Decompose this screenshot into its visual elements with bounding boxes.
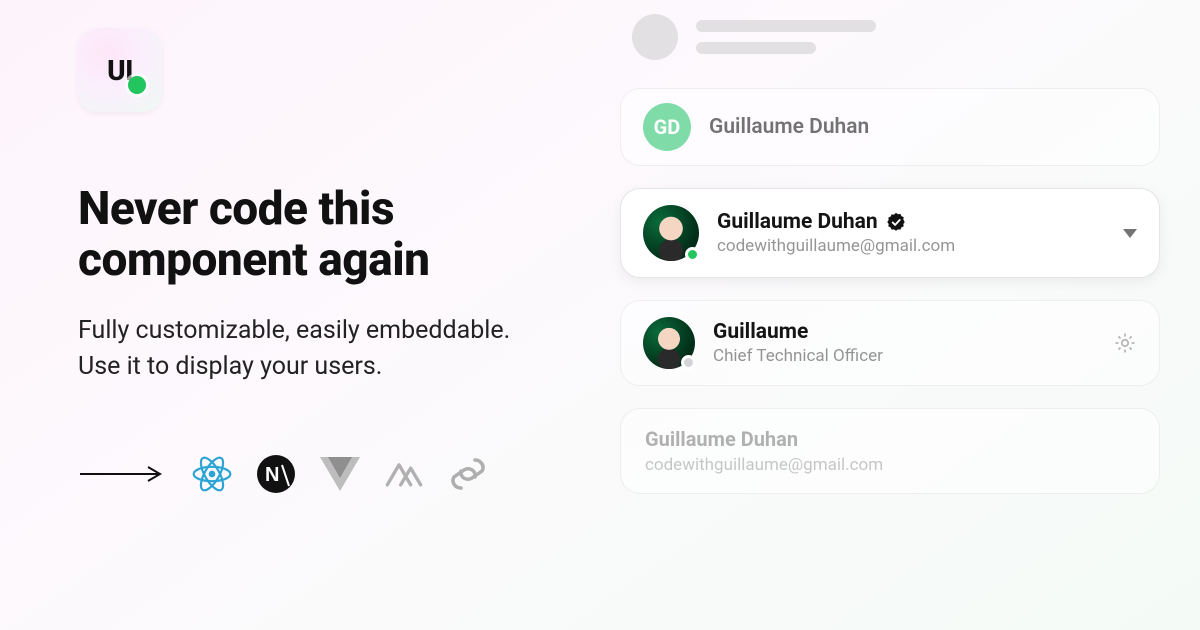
user-name: Guillaume Duhan <box>717 210 878 234</box>
user-name: Guillaume <box>713 320 1095 344</box>
nuxt-icon <box>384 454 424 494</box>
react-icon <box>192 454 232 494</box>
user-name: Guillaume Duhan <box>645 427 798 451</box>
chevron-down-icon <box>1123 229 1137 238</box>
skeleton-line <box>696 42 816 54</box>
user-email: codewithguillaume@gmail.com <box>717 236 1105 256</box>
hero-headline: Never code this component again <box>78 184 538 285</box>
skeleton-avatar <box>632 14 678 60</box>
avatar-initials: GD <box>643 103 691 151</box>
user-card-role[interactable]: Guillaume Chief Technical Officer <box>620 300 1160 386</box>
avatar-photo <box>643 205 699 261</box>
expand-button[interactable] <box>1123 229 1137 238</box>
gear-icon <box>1113 331 1137 355</box>
hero-subtitle: Fully customizable, easily embeddable. U… <box>78 313 518 386</box>
supported-frameworks: N <box>78 454 560 494</box>
user-name: Guillaume Duhan <box>709 115 869 139</box>
hero-panel: UI Never code this component again Fully… <box>0 0 600 630</box>
avatar-photo <box>643 317 695 369</box>
skeleton-user-card <box>620 14 1160 66</box>
user-role: Chief Technical Officer <box>713 346 1095 366</box>
status-dot-offline <box>681 355 696 370</box>
user-card-text-only[interactable]: Guillaume Duhan codewithguillaume@gmail.… <box>620 408 1160 494</box>
status-dot-online <box>685 247 700 262</box>
arrow-right-icon <box>78 465 166 483</box>
svelte-icon <box>448 454 488 494</box>
skeleton-line <box>696 20 876 32</box>
svg-text:N: N <box>265 464 279 486</box>
settings-button[interactable] <box>1113 331 1137 355</box>
user-card-verified[interactable]: Guillaume Duhan codewithguillaume@gmail.… <box>620 188 1160 278</box>
next-icon: N <box>256 454 296 494</box>
product-logo-status-dot <box>128 76 146 94</box>
verified-badge-icon <box>886 212 906 232</box>
vue-icon <box>320 454 360 494</box>
component-showcase: GD Guillaume Duhan Guillaume Duhan codew… <box>600 0 1200 630</box>
product-logo: UI <box>78 28 162 112</box>
user-email: codewithguillaume@gmail.com <box>645 455 883 475</box>
user-card-initials[interactable]: GD Guillaume Duhan <box>620 88 1160 166</box>
